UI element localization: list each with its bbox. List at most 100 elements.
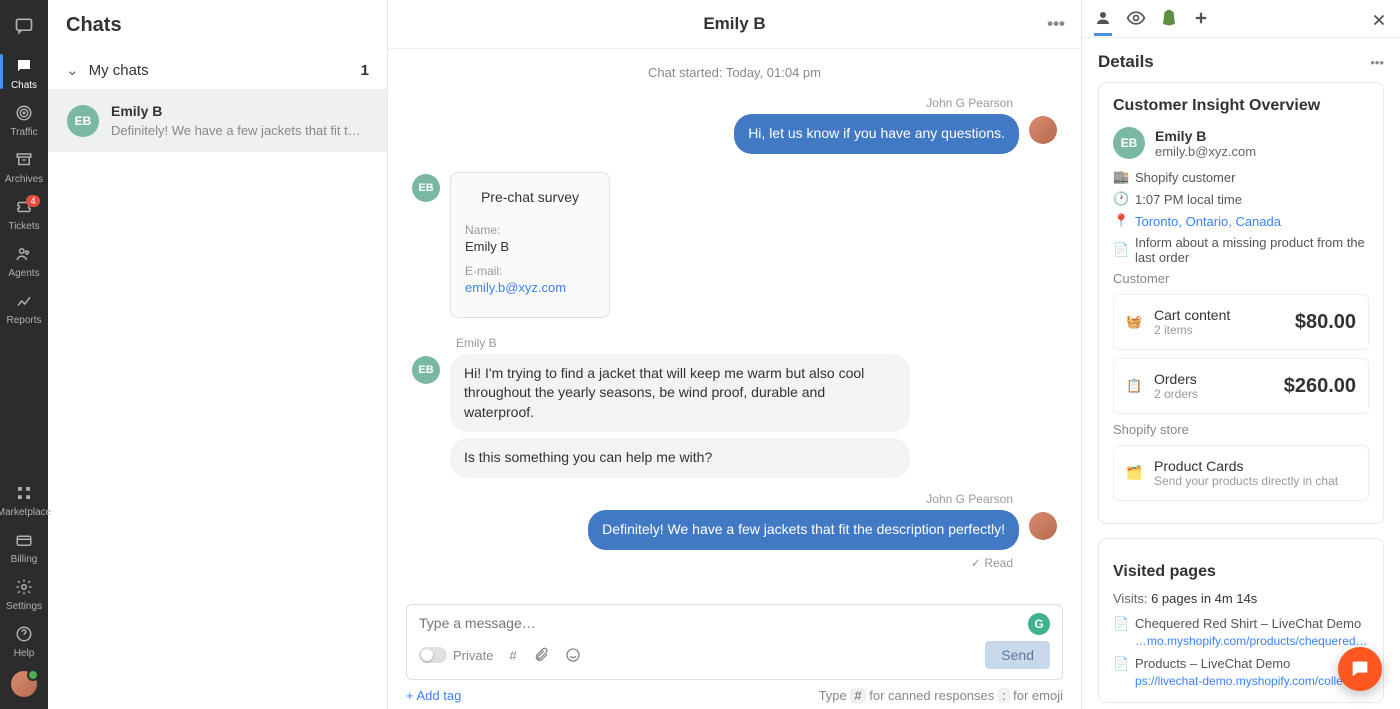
tab-shopify[interactable] <box>1160 9 1178 36</box>
tab-add[interactable] <box>1192 9 1210 36</box>
composer: G Private # Send <box>406 604 1063 680</box>
prodcards-sub: Send your products directly in chat <box>1154 474 1338 488</box>
nav-archives[interactable]: Archives <box>0 142 48 189</box>
private-toggle[interactable] <box>419 647 447 663</box>
tab-person[interactable] <box>1094 9 1112 36</box>
sender-label: John G Pearson <box>412 96 1013 110</box>
store-icon: 🏬 <box>1113 169 1135 185</box>
prodcards-title: Product Cards <box>1154 458 1338 474</box>
survey-title: Pre-chat survey <box>465 189 595 205</box>
survey-name-value: Emily B <box>465 239 595 254</box>
message-input[interactable] <box>419 615 1010 631</box>
more-icon[interactable]: ••• <box>1370 55 1384 70</box>
agent-message: Hi, let us know if you have any question… <box>734 114 1019 154</box>
page-icon: 📄 <box>1113 656 1135 672</box>
message-row: EB Hi! I'm trying to find a jacket that … <box>412 354 1057 478</box>
ticket-icon: 4 <box>14 197 34 217</box>
section-label: Shopify store <box>1113 422 1369 437</box>
avatar: EB <box>67 105 99 137</box>
chevron-down-icon: ⌄ <box>66 61 79 79</box>
chat-list-item[interactable]: EB Emily B Definitely! We have a few jac… <box>48 89 387 152</box>
nav-label: Marketplace <box>0 507 51 518</box>
composer-toolbar: Private # Send <box>419 631 1050 669</box>
orders-box[interactable]: 📋 Orders2 orders $260.00 <box>1113 358 1369 414</box>
attachment-icon[interactable] <box>533 647 549 663</box>
cards-icon: 🗂️ <box>1126 465 1154 481</box>
visited-page[interactable]: 📄Chequered Red Shirt – LiveChat Demo <box>1113 616 1369 632</box>
customer-email: emily.b@xyz.com <box>1155 144 1256 159</box>
emoji-icon[interactable] <box>565 647 581 663</box>
chat-icon <box>14 56 34 76</box>
customer-insight-card: Customer Insight Overview EB Emily B emi… <box>1098 82 1384 524</box>
location-line[interactable]: 📍Toronto, Ontario, Canada <box>1113 213 1369 229</box>
card-title: Customer Insight Overview <box>1113 97 1369 115</box>
app-logo[interactable] <box>0 4 48 48</box>
chat-list-title: Chats <box>48 0 387 51</box>
note-icon: 📄 <box>1113 242 1135 258</box>
details-body[interactable]: Customer Insight Overview EB Emily B emi… <box>1082 82 1400 709</box>
nav-label: Archives <box>5 174 43 185</box>
archive-icon <box>14 150 34 170</box>
nav-rail: Chats Traffic Archives 4 Tickets Agents … <box>0 0 48 709</box>
survey-email-label: E-mail: <box>465 264 595 278</box>
nav-billing[interactable]: Billing <box>0 522 48 569</box>
details-tabs <box>1082 0 1400 38</box>
message-row: Definitely! We have a few jackets that f… <box>412 510 1057 550</box>
my-chats-label: My chats <box>89 62 149 79</box>
nav-reports[interactable]: Reports <box>0 283 48 330</box>
nav-traffic[interactable]: Traffic <box>0 95 48 142</box>
my-chats-toggle[interactable]: ⌄ My chats 1 <box>48 51 387 89</box>
survey-email-value[interactable]: emily.b@xyz.com <box>465 280 595 295</box>
chat-header: Emily B ••• <box>388 0 1081 49</box>
details-column: Details ••• Customer Insight Overview EB… <box>1082 0 1400 709</box>
composer-area: G Private # Send <box>388 604 1081 688</box>
grammarly-icon[interactable]: G <box>1028 613 1050 635</box>
tab-eye[interactable] <box>1126 8 1146 37</box>
cart-title: Cart content <box>1154 307 1230 323</box>
close-details-button[interactable] <box>1370 11 1388 35</box>
agent-avatar <box>1029 512 1057 540</box>
nav-marketplace[interactable]: Marketplace <box>0 475 48 522</box>
send-button[interactable]: Send <box>985 641 1050 669</box>
nav-chats[interactable]: Chats <box>0 48 48 95</box>
product-cards-box[interactable]: 🗂️ Product CardsSend your products direc… <box>1113 445 1369 501</box>
reports-icon <box>14 291 34 311</box>
more-icon[interactable]: ••• <box>1047 14 1065 34</box>
floating-chat-button[interactable] <box>1338 647 1382 691</box>
customer-avatar: EB <box>412 356 440 384</box>
message-row: Hi, let us know if you have any question… <box>412 114 1057 154</box>
nav-tickets[interactable]: 4 Tickets <box>0 189 48 236</box>
prechat-survey-card: Pre-chat survey Name: Emily B E-mail: em… <box>450 172 610 318</box>
cart-box[interactable]: 🧺 Cart content2 items $80.00 <box>1113 294 1369 350</box>
chat-list-column: Chats ⌄ My chats 1 EB Emily B Definitely… <box>48 0 388 709</box>
agent-avatar <box>1029 116 1057 144</box>
nav-help[interactable]: Help <box>0 616 48 663</box>
nav-label: Settings <box>6 601 42 612</box>
visited-page[interactable]: 📄Products – LiveChat Demo <box>1113 656 1369 672</box>
customer-name: Emily B <box>1155 128 1256 144</box>
badge: 4 <box>26 195 40 207</box>
visited-url[interactable]: …mo.myshopify.com/products/chequered-re… <box>1135 634 1369 648</box>
radar-icon <box>14 103 34 123</box>
visits-summary: Visits: 6 pages in 4m 14s <box>1113 591 1369 606</box>
survey-row: EB Pre-chat survey Name: Emily B E-mail:… <box>412 172 1057 318</box>
orders-sub: 2 orders <box>1154 387 1198 401</box>
chat-name: Emily B <box>111 103 361 119</box>
hash-icon[interactable]: # <box>509 648 516 663</box>
visited-url[interactable]: ps://livechat-demo.myshopify.com/collect… <box>1135 674 1369 688</box>
details-header: Details ••• <box>1082 38 1400 82</box>
user-avatar[interactable] <box>11 671 37 697</box>
date-separator: Chat started: Today, 01:04 pm <box>412 65 1057 80</box>
clock-icon: 🕐 <box>1113 191 1135 207</box>
local-time-line: 🕐1:07 PM local time <box>1113 191 1369 207</box>
add-tag-button[interactable]: + Add tag <box>406 688 461 703</box>
nav-label: Chats <box>11 80 37 91</box>
cart-amount: $80.00 <box>1295 311 1356 334</box>
nav-settings[interactable]: Settings <box>0 569 48 616</box>
chat-title: Emily B <box>703 14 765 34</box>
agents-icon <box>14 244 34 264</box>
help-icon <box>14 624 34 644</box>
apps-icon <box>14 483 34 503</box>
nav-agents[interactable]: Agents <box>0 236 48 283</box>
shopify-customer-line: 🏬Shopify customer <box>1113 169 1369 185</box>
